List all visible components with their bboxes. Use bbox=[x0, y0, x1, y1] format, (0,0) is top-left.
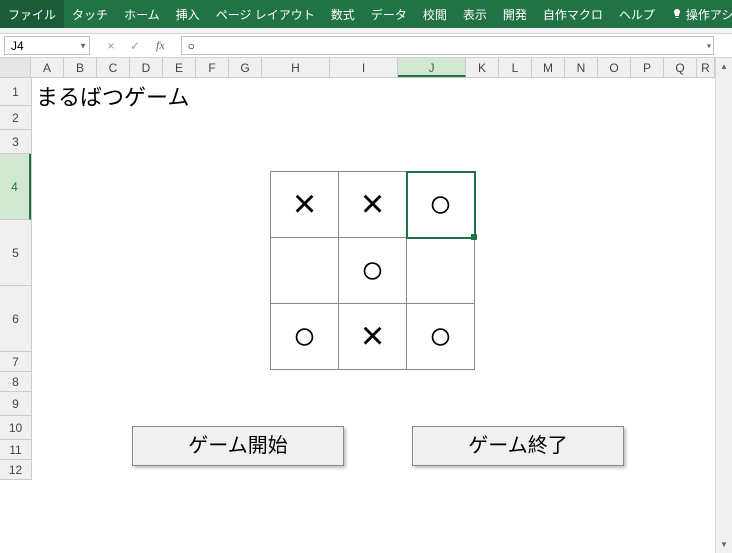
scroll-down-button[interactable]: ▼ bbox=[716, 536, 732, 553]
col-header-N[interactable]: N bbox=[565, 58, 598, 77]
col-header-F[interactable]: F bbox=[196, 58, 229, 77]
vertical-scrollbar[interactable]: ▲ ▼ bbox=[715, 58, 732, 553]
col-header-Q[interactable]: Q bbox=[664, 58, 697, 77]
fx-button[interactable]: fx bbox=[156, 38, 165, 53]
ribbon-tab-ファイル[interactable]: ファイル bbox=[0, 0, 64, 28]
ribbon-tab-挿入[interactable]: 挿入 bbox=[168, 0, 208, 28]
row-header-1[interactable]: 1 bbox=[0, 78, 31, 106]
board-cell-1-0[interactable] bbox=[271, 238, 339, 304]
name-box-value: J4 bbox=[11, 39, 24, 53]
row-header-3[interactable]: 3 bbox=[0, 130, 31, 154]
ribbon-tab-タッチ[interactable]: タッチ bbox=[64, 0, 116, 28]
col-header-A[interactable]: A bbox=[31, 58, 64, 77]
row-header-7[interactable]: 7 bbox=[0, 352, 31, 372]
start-game-button[interactable]: ゲーム開始 bbox=[132, 426, 344, 466]
column-headers: ABCDEFGHIJKLMNOPQR bbox=[0, 58, 715, 78]
cells-area[interactable]: まるばつゲーム ××○○○×○ ゲーム開始 ゲーム終了 bbox=[32, 78, 715, 480]
col-header-L[interactable]: L bbox=[499, 58, 532, 77]
col-header-I[interactable]: I bbox=[330, 58, 398, 77]
formula-input[interactable]: ○ ▾ bbox=[181, 36, 714, 55]
end-game-button[interactable]: ゲーム終了 bbox=[412, 426, 624, 466]
ribbon-tab-表示[interactable]: 表示 bbox=[455, 0, 495, 28]
chevron-down-icon[interactable]: ▾ bbox=[707, 41, 711, 50]
ribbon-tab-データ[interactable]: データ bbox=[363, 0, 415, 28]
col-header-H[interactable]: H bbox=[262, 58, 330, 77]
name-box[interactable]: J4 ▼ bbox=[4, 36, 90, 55]
tell-me[interactable]: 操作アシス bbox=[663, 0, 732, 28]
col-header-B[interactable]: B bbox=[64, 58, 97, 77]
row-header-10[interactable]: 10 bbox=[0, 416, 31, 440]
col-header-O[interactable]: O bbox=[598, 58, 631, 77]
board-cell-2-0[interactable]: ○ bbox=[271, 304, 339, 370]
board-cell-0-0[interactable]: × bbox=[271, 172, 339, 238]
row-headers: 123456789101112 bbox=[0, 78, 32, 480]
col-header-K[interactable]: K bbox=[466, 58, 499, 77]
ribbon-tab-数式[interactable]: 数式 bbox=[323, 0, 363, 28]
row-header-5[interactable]: 5 bbox=[0, 220, 31, 286]
lightbulb-icon bbox=[671, 8, 683, 20]
col-header-D[interactable]: D bbox=[130, 58, 163, 77]
col-header-M[interactable]: M bbox=[532, 58, 565, 77]
row-header-4[interactable]: 4 bbox=[0, 154, 31, 220]
ribbon-tab-開発[interactable]: 開発 bbox=[495, 0, 535, 28]
col-header-E[interactable]: E bbox=[163, 58, 196, 77]
col-header-R[interactable]: R bbox=[697, 58, 715, 77]
ribbon-tab-ページ レイアウト[interactable]: ページ レイアウト bbox=[208, 0, 323, 28]
board-cell-0-2[interactable]: ○ bbox=[407, 172, 475, 238]
row-header-8[interactable]: 8 bbox=[0, 372, 31, 392]
select-all-corner[interactable] bbox=[0, 58, 31, 77]
chevron-down-icon[interactable]: ▼ bbox=[79, 41, 87, 50]
board-cell-0-1[interactable]: × bbox=[339, 172, 407, 238]
col-header-J[interactable]: J bbox=[398, 58, 466, 77]
ribbon-tab-ヘルプ[interactable]: ヘルプ bbox=[611, 0, 663, 28]
row-header-11[interactable]: 11 bbox=[0, 440, 31, 460]
ribbon-tab-ホーム[interactable]: ホーム bbox=[116, 0, 168, 28]
row-header-12[interactable]: 12 bbox=[0, 460, 31, 480]
tell-me-label: 操作アシス bbox=[686, 6, 732, 23]
worksheet-grid[interactable]: ABCDEFGHIJKLMNOPQR 123456789101112 まるばつゲ… bbox=[0, 58, 715, 553]
col-header-G[interactable]: G bbox=[229, 58, 262, 77]
formula-value: ○ bbox=[188, 39, 195, 53]
ribbon-tab-自作マクロ[interactable]: 自作マクロ bbox=[535, 0, 611, 28]
game-title: まるばつゲーム bbox=[36, 80, 189, 112]
ribbon-tab-校閲[interactable]: 校閲 bbox=[415, 0, 455, 28]
game-board: ××○○○×○ bbox=[270, 171, 475, 370]
row-header-2[interactable]: 2 bbox=[0, 106, 31, 130]
row-header-6[interactable]: 6 bbox=[0, 286, 31, 352]
scroll-track[interactable] bbox=[716, 75, 732, 536]
confirm-formula-button[interactable]: ✓ bbox=[128, 39, 142, 53]
board-cell-1-1[interactable]: ○ bbox=[339, 238, 407, 304]
row-header-9[interactable]: 9 bbox=[0, 392, 31, 416]
col-header-C[interactable]: C bbox=[97, 58, 130, 77]
board-cell-1-2[interactable] bbox=[407, 238, 475, 304]
cancel-formula-button[interactable]: × bbox=[104, 39, 118, 53]
board-cell-2-1[interactable]: × bbox=[339, 304, 407, 370]
formula-bar: J4 ▼ × ✓ fx ○ ▾ bbox=[0, 34, 732, 58]
board-cell-2-2[interactable]: ○ bbox=[407, 304, 475, 370]
scroll-up-button[interactable]: ▲ bbox=[716, 58, 732, 75]
ribbon: ファイルタッチホーム挿入ページ レイアウト数式データ校閲表示開発自作マクロヘルプ… bbox=[0, 0, 732, 28]
col-header-P[interactable]: P bbox=[631, 58, 664, 77]
